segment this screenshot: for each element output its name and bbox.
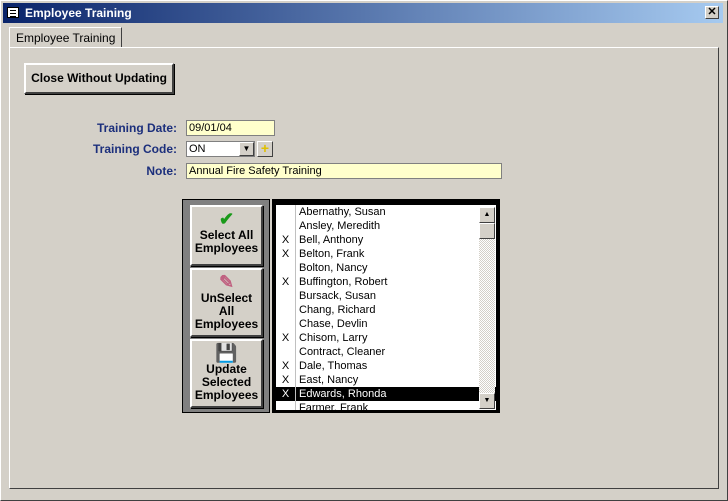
employee-name: Bolton, Nancy — [299, 262, 368, 274]
list-item[interactable]: X Belton, Frank — [276, 247, 496, 261]
note-label: Note: — [146, 164, 177, 178]
list-item[interactable]: Contract, Cleaner — [276, 345, 496, 359]
check-mark[interactable] — [276, 261, 296, 275]
employee-training-window: Employee Training ✕ Employee Training Cl… — [0, 0, 728, 501]
check-mark[interactable] — [276, 205, 296, 219]
check-mark[interactable]: X — [276, 373, 296, 387]
close-without-updating-button[interactable]: Close Without Updating — [24, 63, 174, 94]
check-mark[interactable] — [276, 303, 296, 317]
scroll-thumb[interactable] — [479, 223, 495, 239]
note-field[interactable]: Annual Fire Safety Training — [186, 163, 502, 179]
employee-name: Contract, Cleaner — [299, 346, 386, 358]
list-item[interactable]: Chang, Richard — [276, 303, 496, 317]
training-code-label: Training Code: — [93, 142, 177, 156]
employee-name: Dale, Thomas — [299, 360, 368, 372]
check-mark[interactable] — [276, 345, 296, 359]
check-mark[interactable] — [276, 219, 296, 233]
list-item[interactable]: X Bell, Anthony — [276, 233, 496, 247]
training-date-field[interactable]: 09/01/04 — [186, 120, 275, 136]
add-training-code-button[interactable]: + — [257, 141, 273, 157]
list-item[interactable]: Abernathy, Susan — [276, 205, 496, 219]
unselect-all-employees-button[interactable]: ✎ UnSelect All Employees — [190, 268, 263, 337]
list-item[interactable]: Bursack, Susan — [276, 289, 496, 303]
tab-employee-training[interactable]: Employee Training — [9, 27, 123, 48]
check-mark[interactable]: X — [276, 233, 296, 247]
plus-icon: + — [260, 140, 270, 156]
check-mark[interactable] — [276, 401, 296, 410]
unselect-all-label: UnSelect All Employees — [194, 291, 259, 331]
list-item[interactable]: X Buffington, Robert — [276, 275, 496, 289]
check-mark[interactable] — [276, 317, 296, 331]
employee-name: East, Nancy — [299, 374, 359, 386]
check-mark[interactable]: X — [276, 247, 296, 261]
window-title: Employee Training — [25, 6, 132, 20]
employee-name: Chisom, Larry — [299, 332, 368, 344]
dropdown-arrow-icon[interactable]: ▼ — [239, 142, 254, 156]
select-all-label: Select All Employees — [194, 228, 259, 255]
list-item[interactable]: Chase, Devlin — [276, 317, 496, 331]
list-item[interactable]: X Chisom, Larry — [276, 331, 496, 345]
check-mark[interactable] — [276, 289, 296, 303]
update-selected-label: Update Selected Employees — [194, 362, 259, 402]
employee-name: Buffington, Robert — [299, 276, 388, 288]
list-item[interactable]: X East, Nancy — [276, 373, 496, 387]
employee-name: Farmer, Frank — [299, 402, 369, 410]
list-item[interactable]: X Dale, Thomas — [276, 359, 496, 373]
check-mark[interactable]: X — [276, 275, 296, 289]
employee-name: Bursack, Susan — [299, 290, 377, 302]
employee-list[interactable]: Abernathy, Susan Ansley, Meredith X Bell,… — [276, 205, 496, 410]
employee-name: Edwards, Rhonda — [299, 388, 387, 400]
check-mark[interactable]: X — [276, 331, 296, 345]
employee-name: Bell, Anthony — [299, 234, 364, 246]
training-date-label: Training Date: — [96, 121, 177, 135]
list-item[interactable]: Farmer, Frank — [276, 401, 496, 410]
title-bar: Employee Training ✕ — [3, 3, 723, 23]
scroll-up-icon[interactable]: ▲ — [479, 207, 495, 223]
scroll-down-icon[interactable]: ▼ — [479, 393, 495, 409]
employee-name: Chase, Devlin — [299, 318, 368, 330]
vertical-scrollbar[interactable]: ▲ ▼ — [479, 207, 495, 409]
employee-name: Chang, Richard — [299, 304, 376, 316]
green-checkmark-icon: ✔ — [218, 209, 235, 229]
close-window-button[interactable]: ✕ — [705, 6, 719, 19]
check-mark[interactable]: X — [276, 359, 296, 373]
update-selected-employees-button[interactable]: 💾 Update Selected Employees — [190, 339, 263, 408]
pencil-eraser-icon: ✎ — [218, 272, 235, 292]
employee-name: Belton, Frank — [299, 248, 365, 260]
list-item[interactable]: Ansley, Meredith — [276, 219, 496, 233]
list-item[interactable]: Bolton, Nancy — [276, 261, 496, 275]
list-item-selected[interactable]: X Edwards, Rhonda — [276, 387, 496, 401]
form-icon — [7, 7, 19, 18]
employee-name: Abernathy, Susan — [299, 206, 386, 218]
floppy-disk-pencil-icon: 💾 — [215, 343, 238, 363]
check-mark[interactable]: X — [276, 387, 296, 401]
select-all-employees-button[interactable]: ✔ Select All Employees — [190, 205, 263, 266]
employee-name: Ansley, Meredith — [299, 220, 381, 232]
